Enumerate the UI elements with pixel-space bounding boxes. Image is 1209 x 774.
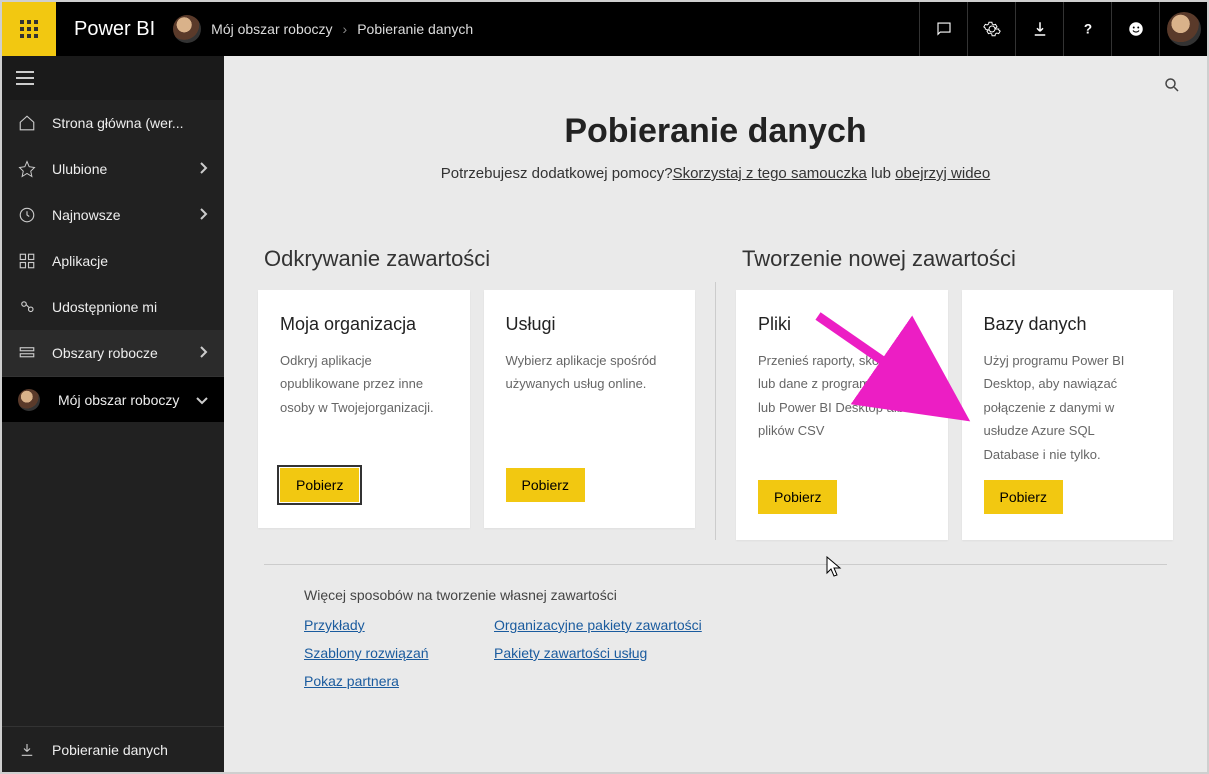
chevron-right-icon [198, 161, 208, 177]
question-icon: ? [1079, 20, 1097, 38]
chat-icon [935, 20, 953, 38]
search-button[interactable] [1163, 76, 1181, 99]
smile-icon [1127, 20, 1145, 38]
more-link-partner-showcase[interactable]: Pokaz partnera [304, 673, 494, 689]
get-button-my-org[interactable]: Pobierz [280, 468, 359, 502]
sidebar-item-label: Udostępnione mi [52, 299, 208, 315]
header-bar: Power BI Mój obszar roboczy › Pobieranie… [2, 2, 1207, 56]
brand-label: Power BI [56, 18, 173, 41]
chevron-down-icon [196, 392, 208, 408]
sidebar-get-data[interactable]: Pobieranie danych [2, 726, 224, 772]
card-desc: Użyj programu Power BI Desktop, aby nawi… [984, 349, 1152, 466]
video-link[interactable]: obejrzyj wideo [895, 165, 990, 182]
breadcrumb-workspace[interactable]: Mój obszar roboczy [211, 21, 332, 37]
app-launcher-button[interactable] [2, 2, 56, 56]
card-title: Moja organizacja [280, 314, 448, 335]
sidebar-item-label: Pobieranie danych [52, 742, 208, 758]
apps-icon [18, 252, 36, 270]
page-title: Pobieranie danych [224, 112, 1207, 151]
card-desc: Przenieś raporty, skoroszyty lub dane z … [758, 349, 926, 466]
sidebar-item-workspaces[interactable]: Obszary robocze [2, 330, 224, 376]
search-icon [1163, 76, 1181, 94]
breadcrumb-separator: › [343, 21, 348, 37]
avatar-icon [1167, 12, 1201, 46]
horizontal-divider [264, 564, 1167, 565]
waffle-icon [20, 20, 38, 38]
more-ways-section: Więcej sposobów na tworzenie własnej zaw… [304, 587, 1207, 689]
sidebar-my-workspace[interactable]: Mój obszar roboczy [2, 376, 224, 422]
home-icon [18, 114, 36, 132]
mouse-cursor [826, 556, 844, 578]
sidebar-item-apps[interactable]: Aplikacje [2, 238, 224, 284]
clock-icon [18, 206, 36, 224]
more-link-solution-templates[interactable]: Szablony rozwiązań [304, 645, 494, 661]
sidebar-item-label: Mój obszar roboczy [58, 392, 196, 408]
get-button-services[interactable]: Pobierz [506, 468, 585, 502]
get-data-icon [18, 741, 36, 759]
card-title: Bazy danych [984, 314, 1152, 335]
card-services: Usługi Wybierz aplikacje spośród używany… [484, 290, 696, 528]
sidebar-item-label: Strona główna (wer... [52, 115, 208, 131]
hamburger-icon [16, 71, 34, 85]
breadcrumb-avatar [173, 15, 201, 43]
more-link-samples[interactable]: Przykłady [304, 617, 494, 633]
create-column: Tworzenie nowej zawartości Pliki Przenie… [736, 246, 1173, 540]
breadcrumb: Mój obszar roboczy › Pobieranie danych [211, 21, 473, 37]
sidebar-item-label: Ulubione [52, 161, 198, 177]
tutorial-link[interactable]: Skorzystaj z tego samouczka [673, 165, 867, 182]
breadcrumb-page: Pobieranie danych [357, 21, 473, 37]
help-button[interactable]: ? [1063, 2, 1111, 56]
notifications-button[interactable] [919, 2, 967, 56]
settings-button[interactable] [967, 2, 1015, 56]
sidebar: Strona główna (wer... Ulubione Najnowsze… [2, 56, 224, 772]
sidebar-item-label: Najnowsze [52, 207, 198, 223]
sidebar-item-recent[interactable]: Najnowsze [2, 192, 224, 238]
column-divider [715, 282, 716, 540]
card-title: Usługi [506, 314, 674, 335]
workspaces-icon [18, 344, 36, 362]
more-link-service-content-packs[interactable]: Pakiety zawartości usług [494, 645, 702, 661]
card-files: Pliki Przenieś raporty, skoroszyty lub d… [736, 290, 948, 540]
feedback-button[interactable] [1111, 2, 1159, 56]
card-my-org: Moja organizacja Odkryj aplikacje opubli… [258, 290, 470, 528]
card-desc: Odkryj aplikacje opublikowane przez inne… [280, 349, 448, 454]
profile-button[interactable] [1159, 2, 1207, 56]
sidebar-item-shared[interactable]: Udostępnione mi [2, 284, 224, 330]
sidebar-item-label: Obszary robocze [52, 345, 198, 361]
sidebar-toggle[interactable] [2, 56, 224, 100]
download-button[interactable] [1015, 2, 1063, 56]
more-ways-title: Więcej sposobów na tworzenie własnej zaw… [304, 587, 1207, 603]
share-icon [18, 298, 36, 316]
card-databases: Bazy danych Użyj programu Power BI Deskt… [962, 290, 1174, 540]
sidebar-item-label: Aplikacje [52, 253, 208, 269]
sidebar-item-favorites[interactable]: Ulubione [2, 146, 224, 192]
sidebar-item-home[interactable]: Strona główna (wer... [2, 100, 224, 146]
create-title: Tworzenie nowej zawartości [736, 246, 1173, 272]
discover-title: Odkrywanie zawartości [258, 246, 695, 272]
card-title: Pliki [758, 314, 926, 335]
card-desc: Wybierz aplikacje spośród używanych usłu… [506, 349, 674, 454]
main-content: Pobieranie danych Potrzebujesz dodatkowe… [224, 56, 1207, 772]
chevron-right-icon [198, 345, 208, 361]
chevron-right-icon [198, 207, 208, 223]
page-subtitle: Potrzebujesz dodatkowej pomocy?Skorzysta… [224, 165, 1207, 182]
get-button-databases[interactable]: Pobierz [984, 480, 1063, 514]
header-actions: ? [919, 2, 1207, 56]
more-link-org-content-packs[interactable]: Organizacyjne pakiety zawartości [494, 617, 702, 633]
workspace-avatar-icon [18, 389, 40, 411]
svg-text:?: ? [1083, 22, 1091, 37]
get-button-files[interactable]: Pobierz [758, 480, 837, 514]
download-icon [1031, 20, 1049, 38]
gear-icon [983, 20, 1001, 38]
discover-column: Odkrywanie zawartości Moja organizacja O… [258, 246, 695, 540]
star-icon [18, 160, 36, 178]
